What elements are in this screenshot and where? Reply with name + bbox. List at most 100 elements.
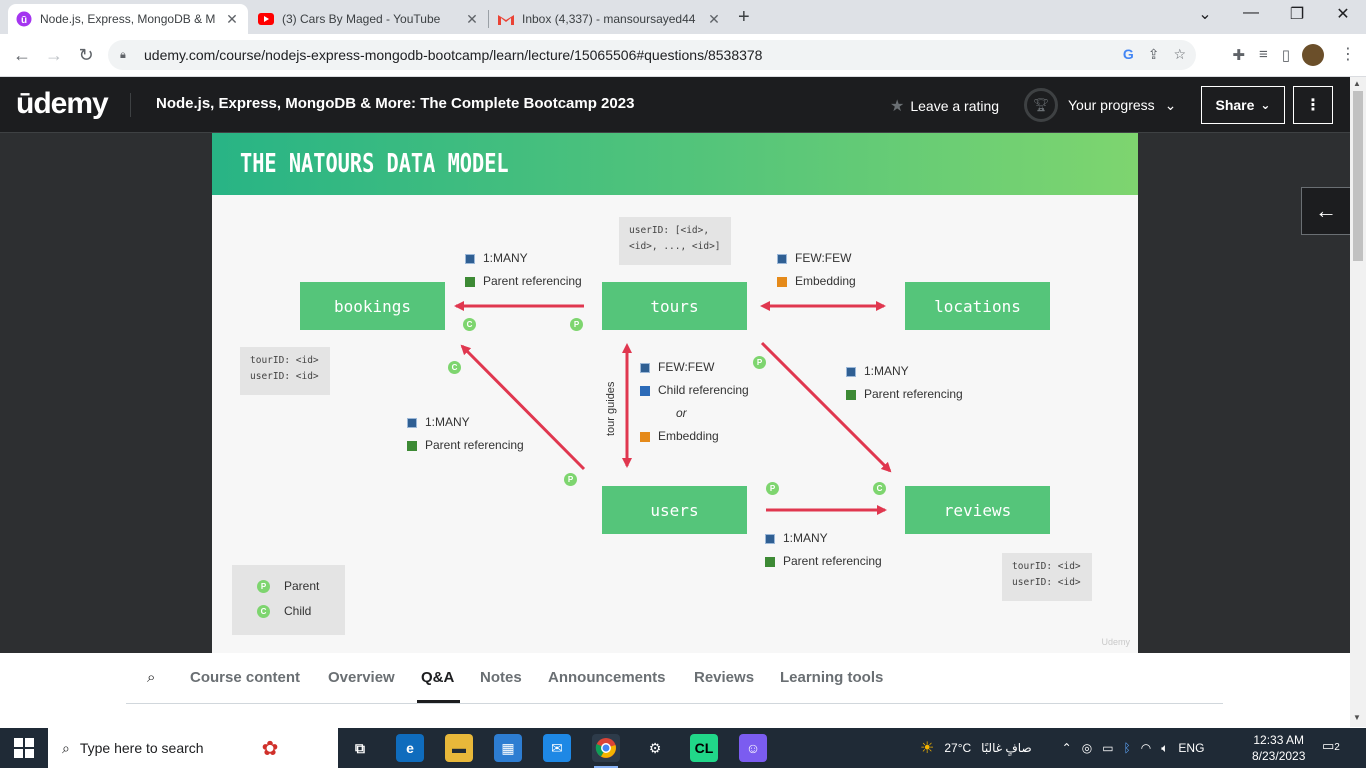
search-icon[interactable]: ⌕ (147, 669, 155, 686)
note-users-bookings: 1:MANY Parent referencing (407, 411, 524, 457)
close-tab-icon[interactable]: ✕ (224, 11, 240, 28)
tab-reviews[interactable]: Reviews (694, 669, 754, 686)
address-bar[interactable]: 🔒︎ udemy.com/course/nodejs-express-mongo… (108, 40, 1196, 70)
more-options-button[interactable]: ⋮ (1293, 86, 1333, 124)
tab-announcements[interactable]: Announcements (548, 669, 666, 686)
blue-book-icon (640, 385, 650, 396)
udemy-header: ūdemy Node.js, Express, MongoDB & More: … (0, 77, 1350, 133)
udemy-icon: ū (16, 11, 32, 27)
taskbar-clock[interactable]: 12:33 AM 8/23/2023 (1252, 732, 1305, 764)
profile-avatar[interactable] (1302, 44, 1324, 66)
weather-icon[interactable]: ☀ (920, 738, 934, 758)
weather-temp[interactable]: 27°C (944, 741, 971, 755)
scroll-down-icon[interactable]: ▼ (1353, 713, 1361, 722)
media-control-icon[interactable]: ≡ (1259, 46, 1268, 64)
store-icon[interactable]: ▦ (494, 734, 522, 762)
language-indicator[interactable]: ENG (1178, 741, 1204, 755)
taskbar-search-placeholder: Type here to search (79, 740, 204, 756)
tab-title: (3) Cars By Maged - YouTube (282, 12, 441, 26)
chevron-down-icon: ⌄ (1164, 96, 1177, 113)
bluetooth-icon[interactable]: ᛒ (1124, 741, 1131, 755)
weather-desc[interactable]: صافٍ غالبًا (981, 741, 1031, 755)
windows-taskbar: ⌕ Type here to search ✿ ⧉ e ▬ ▦ ✉ ⚙ CL ☺… (0, 728, 1366, 768)
close-tab-icon[interactable]: ✕ (464, 11, 480, 28)
legend: P Parent C Child (232, 565, 345, 635)
battery-icon[interactable]: ▭ (1102, 741, 1113, 755)
legend-child-label: Child (284, 604, 312, 618)
video-player[interactable]: THE NATOURS DATA MODEL bookings tours lo… (0, 133, 1350, 653)
bookmark-star-icon[interactable]: ☆ (1173, 46, 1186, 63)
tab-course-content[interactable]: Course content (190, 669, 300, 686)
notification-count: 2 (1334, 742, 1340, 753)
tab-learning-tools[interactable]: Learning tools (780, 669, 883, 686)
play-icon (640, 362, 650, 373)
lock-icon: 🔒︎ (120, 48, 126, 61)
notification-icon[interactable]: ▭2 (1322, 738, 1340, 754)
leave-rating-label: Leave a rating (910, 98, 1000, 114)
wifi-icon[interactable]: ◠ (1141, 741, 1151, 755)
course-title[interactable]: Node.js, Express, MongoDB & More: The Co… (156, 95, 634, 112)
browser-tab-udemy[interactable]: ū Node.js, Express, MongoDB & M ✕ (8, 4, 248, 34)
tab-search-icon[interactable]: ⌄ (1190, 4, 1220, 24)
child-badge: C (257, 604, 270, 618)
volume-icon[interactable]: 🔈︎ (1161, 741, 1168, 756)
minimize-icon[interactable]: — (1236, 4, 1266, 22)
note-tours-locations: FEW:FEW Embedding (777, 247, 856, 293)
chevron-down-icon: ⌄ (1260, 98, 1271, 112)
chrome-icon[interactable] (592, 734, 620, 768)
windows-start-icon[interactable] (14, 738, 34, 758)
parent-badge: P (257, 579, 270, 593)
relation-type-label: Parent referencing (425, 438, 524, 452)
browser-tab-gmail[interactable]: Inbox (4,337) - mansoursayed44 ✕ (490, 4, 730, 34)
tab-notes[interactable]: Notes (480, 669, 522, 686)
relation-alt-label: Embedding (658, 429, 719, 443)
taskbar-search[interactable]: ⌕ Type here to search ✿ (48, 728, 338, 768)
reload-icon[interactable]: ↻ (74, 44, 98, 68)
scroll-up-icon[interactable]: ▲ (1353, 79, 1361, 88)
star-icon: ★ (890, 98, 905, 115)
progress-button[interactable]: 🏆︎ Your progress ⌄ (1024, 88, 1176, 122)
browser-toolbar: ← → ↻ 🔒︎ udemy.com/course/nodejs-express… (0, 34, 1366, 77)
task-view-icon[interactable]: ⧉ (346, 734, 374, 762)
discord-icon[interactable]: ☺ (739, 734, 767, 762)
arrow-left-icon[interactable]: ← (1301, 187, 1350, 235)
extensions-icon[interactable]: ✚ (1232, 46, 1245, 64)
tab-separator (488, 10, 489, 28)
chrome-menu-icon[interactable]: ⋮ (1340, 44, 1356, 64)
share-page-icon[interactable]: ⇪ (1148, 46, 1160, 63)
close-tab-icon[interactable]: ✕ (706, 11, 722, 28)
tab-qa[interactable]: Q&A (421, 669, 454, 686)
note-tours-reviews: 1:MANY Parent referencing (846, 360, 963, 406)
mail-icon[interactable]: ✉ (543, 734, 571, 762)
search-icon: ⌕ (62, 739, 70, 756)
cardinality-label: 1:MANY (864, 364, 909, 378)
new-tab-button[interactable]: + (738, 6, 750, 29)
security-icon[interactable]: ◎ (1082, 741, 1092, 755)
forward-icon[interactable]: → (42, 44, 66, 68)
play-icon (407, 417, 417, 428)
leave-rating-button[interactable]: ★ Leave a rating (890, 96, 999, 116)
edge-icon[interactable]: e (396, 734, 424, 762)
window-close-icon[interactable]: ✕ (1328, 4, 1358, 24)
entity-tours: tours (602, 282, 747, 330)
tab-overview[interactable]: Overview (328, 669, 395, 686)
clion-icon[interactable]: CL (690, 734, 718, 762)
or-label: or (676, 406, 687, 420)
browser-tab-youtube[interactable]: (3) Cars By Maged - YouTube ✕ (250, 4, 488, 34)
google-icon[interactable]: G (1123, 46, 1134, 63)
restore-icon[interactable]: ❐ (1282, 4, 1312, 24)
scroll-thumb[interactable] (1353, 91, 1363, 261)
clock-date: 8/23/2023 (1252, 749, 1306, 763)
udemy-logo[interactable]: ūdemy (16, 87, 109, 121)
side-panel-icon[interactable]: ▯ (1282, 46, 1290, 64)
page-scrollbar[interactable]: ▲ ▼ (1350, 77, 1366, 727)
share-button[interactable]: Share ⌄ (1201, 86, 1285, 124)
green-book-icon (846, 389, 856, 400)
relation-type-label: Parent referencing (864, 387, 963, 401)
chevron-up-icon[interactable]: ⌃ (1062, 741, 1072, 755)
share-label: Share (1215, 97, 1255, 113)
back-icon[interactable]: ← (10, 44, 34, 68)
file-explorer-icon[interactable]: ▬ (445, 734, 473, 762)
settings-gear-icon[interactable]: ⚙ (641, 734, 669, 762)
cardinality-label: 1:MANY (483, 251, 528, 265)
